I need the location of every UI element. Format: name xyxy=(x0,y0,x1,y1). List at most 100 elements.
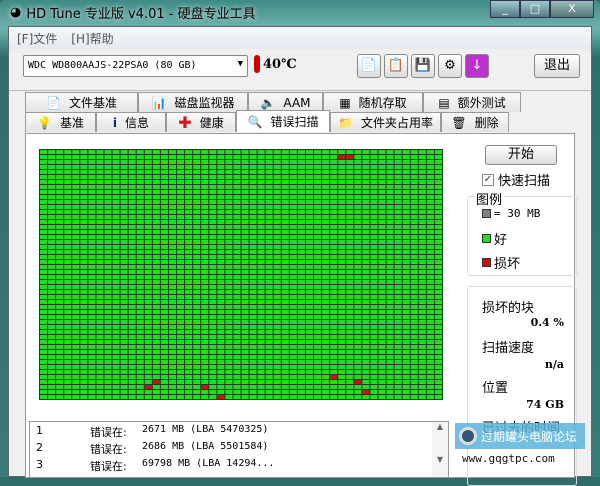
good-block xyxy=(193,200,201,204)
good-block xyxy=(426,350,434,354)
error-log-list[interactable]: 1 错误在: 2671 MB (LBA 5470325) 2 错误在: 2686 MB … xyxy=(29,421,449,478)
good-block xyxy=(249,320,257,324)
tab-erase[interactable]: 🗑 删除 xyxy=(441,112,509,132)
good-block xyxy=(305,205,314,209)
minimize-button[interactable]: _ xyxy=(490,0,520,18)
scroll-up-icon[interactable]: ▲ xyxy=(432,422,448,431)
save-icon[interactable]: 💾 xyxy=(411,54,435,78)
good-block xyxy=(249,330,257,334)
good-block xyxy=(193,350,201,354)
good-block xyxy=(104,285,112,289)
tab-benchmark[interactable]: 💡 基准 xyxy=(25,112,96,132)
good-block xyxy=(72,320,80,324)
tab-aam[interactable]: 🔈 AAM xyxy=(248,92,323,112)
good-block xyxy=(426,210,434,214)
maximize-button[interactable]: □ xyxy=(520,0,550,18)
good-block xyxy=(257,175,265,179)
good-block xyxy=(322,200,330,204)
bad-block xyxy=(201,385,209,389)
tab-error-scan[interactable]: 🔍 错误扫描 xyxy=(236,110,330,132)
good-block xyxy=(273,290,281,294)
good-block xyxy=(362,185,370,189)
good-block xyxy=(378,175,386,179)
scrollbar[interactable]: ▲ ▼ xyxy=(432,422,448,477)
good-block xyxy=(193,220,201,224)
good-block xyxy=(281,385,289,389)
good-block xyxy=(152,280,160,284)
good-block xyxy=(209,275,217,279)
good-block xyxy=(80,180,88,184)
download-icon[interactable]: ↓ xyxy=(465,54,489,78)
good-block xyxy=(418,285,426,289)
good-block xyxy=(297,395,305,399)
menu-file[interactable]: [F]文件 xyxy=(17,30,57,46)
options-icon[interactable]: ⚙ xyxy=(438,54,462,78)
good-block xyxy=(48,200,56,204)
good-block xyxy=(402,250,410,254)
good-block xyxy=(193,195,201,199)
good-block xyxy=(241,170,249,174)
good-block xyxy=(136,350,144,354)
bad-swatch xyxy=(482,258,491,267)
menu-help[interactable]: [H]帮助 xyxy=(71,30,113,46)
good-block xyxy=(346,335,354,339)
good-block xyxy=(217,325,225,329)
good-block xyxy=(346,240,354,244)
good-block xyxy=(362,350,370,354)
good-block xyxy=(64,235,72,239)
good-block xyxy=(273,175,281,179)
tab-file-benchmark[interactable]: 📄 文件基准 xyxy=(25,92,138,112)
good-block xyxy=(152,375,160,379)
good-block xyxy=(80,390,88,394)
good-block xyxy=(112,185,120,189)
good-block xyxy=(104,265,112,269)
good-block xyxy=(426,305,434,309)
bad-block xyxy=(338,155,346,159)
tab-health[interactable]: ✚ 健康 xyxy=(166,112,236,132)
good-block xyxy=(273,240,281,244)
good-block xyxy=(346,250,354,254)
copy-screenshot-icon[interactable]: 📋 xyxy=(384,54,408,78)
good-block xyxy=(378,240,386,244)
exit-button[interactable]: 退出 xyxy=(534,54,580,78)
good-block xyxy=(168,390,177,394)
good-block xyxy=(233,365,241,369)
tab-disk-monitor[interactable]: 📊 磁盘监视器 xyxy=(138,92,248,112)
good-block xyxy=(249,335,257,339)
good-block xyxy=(193,215,201,219)
good-block xyxy=(160,380,168,384)
drive-select[interactable]: WDC WD800AAJS-22PSA0 (80 GB) ▼ xyxy=(23,55,248,77)
scroll-down-icon[interactable]: ▼ xyxy=(432,455,448,464)
quick-scan-checkbox[interactable]: ✓ 快速扫描 xyxy=(482,170,550,189)
good-block xyxy=(370,155,378,159)
copy-text-icon[interactable]: 📄 xyxy=(357,54,381,78)
good-block xyxy=(330,325,338,329)
good-block xyxy=(410,225,418,229)
good-block xyxy=(410,175,418,179)
good-block xyxy=(338,330,346,334)
tab-random-access[interactable]: ▦ 随机存取 xyxy=(323,92,423,112)
good-block xyxy=(72,275,80,279)
start-button[interactable]: 开始 xyxy=(485,145,557,165)
good-block xyxy=(193,205,201,209)
good-block xyxy=(160,320,168,324)
good-block xyxy=(354,280,362,284)
good-block xyxy=(48,345,56,349)
good-block xyxy=(265,195,273,199)
good-block xyxy=(394,230,402,234)
tab-info[interactable]: i 信息 xyxy=(96,112,166,132)
good-block xyxy=(104,210,112,214)
close-button[interactable]: X xyxy=(550,0,594,18)
tab-extra-tests[interactable]: ▤ 额外测试 xyxy=(423,92,521,112)
good-block xyxy=(160,360,168,364)
good-block xyxy=(233,215,241,219)
good-block xyxy=(322,350,330,354)
tab-folder-usage[interactable]: 📁 文件夹占用率 xyxy=(330,112,441,132)
good-block xyxy=(257,365,265,369)
good-block xyxy=(233,390,241,394)
good-block xyxy=(426,205,434,209)
good-block xyxy=(362,295,370,299)
good-block xyxy=(410,190,418,194)
good-block xyxy=(72,280,80,284)
good-block xyxy=(144,155,152,159)
